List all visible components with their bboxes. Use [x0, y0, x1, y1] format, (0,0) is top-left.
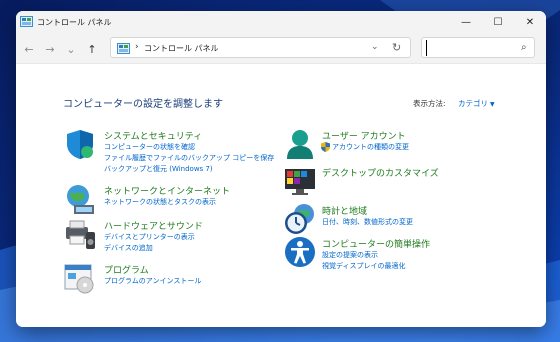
search-box[interactable]: ⌕: [421, 37, 535, 58]
address-bar[interactable]: › コントロール パネル ⌄ ↻: [110, 37, 411, 58]
search-input[interactable]: [426, 40, 516, 56]
category-title[interactable]: ハードウェアとサウンド: [104, 219, 203, 232]
category-link[interactable]: デバイスの追加: [104, 243, 153, 253]
control-panel-icon: [117, 43, 130, 54]
window-title: コントロール パネル: [37, 18, 112, 27]
address-dropdown-icon[interactable]: ⌄: [371, 42, 379, 52]
category-link[interactable]: バックアップと復元 (Windows 7): [104, 164, 213, 174]
category-link[interactable]: ネットワークの状態とタスクの表示: [104, 197, 216, 207]
shield-icon[interactable]: [64, 128, 96, 160]
view-by-dropdown[interactable]: カテゴリ ▼: [458, 98, 495, 109]
category-title[interactable]: 時計と地域: [322, 204, 367, 217]
category-title[interactable]: ネットワークとインターネット: [104, 184, 230, 197]
printer-icon[interactable]: [64, 218, 96, 250]
programs-icon[interactable]: [64, 262, 96, 294]
breadcrumb[interactable]: コントロール パネル: [144, 43, 219, 54]
view-by-label: 表示方法:: [413, 99, 446, 108]
category-link[interactable]: ファイル履歴でファイルのバックアップ コピーを保存: [104, 153, 274, 163]
category-link[interactable]: 視覚ディスプレイの最適化: [322, 261, 406, 271]
close-button[interactable]: ✕: [514, 11, 546, 34]
category-title[interactable]: システムとセキュリティ: [104, 129, 202, 142]
category-link[interactable]: デバイスとプリンターの表示: [104, 232, 195, 242]
category-title[interactable]: コンピューターの簡単操作: [322, 237, 430, 250]
category-link[interactable]: 日付、時刻、数値形式の変更: [322, 217, 413, 227]
category-title[interactable]: デスクトップのカスタマイズ: [322, 166, 439, 179]
title-bar: コントロール パネル — ☐ ✕: [16, 11, 546, 34]
category-link[interactable]: アカウントの種類の変更: [332, 142, 409, 152]
up-button[interactable]: ↑: [85, 42, 99, 56]
breadcrumb-chevron-icon[interactable]: ›: [135, 42, 139, 52]
category-link[interactable]: 設定の提案の表示: [322, 250, 378, 260]
uac-shield-icon: [321, 142, 330, 152]
accessibility-icon[interactable]: [284, 236, 316, 268]
view-by-value[interactable]: カテゴリ: [458, 99, 488, 108]
category-link[interactable]: プログラムのアンインストール: [104, 276, 201, 286]
navigation-bar: ← → ⌄ ↑ › コントロール パネル ⌄ ↻ ⌕: [16, 34, 546, 64]
category-title[interactable]: ユーザー アカウント: [322, 129, 406, 142]
dropdown-arrow-icon[interactable]: ▼: [490, 101, 495, 108]
network-icon[interactable]: [64, 183, 96, 215]
page-title: コンピューターの設定を調整します: [63, 99, 223, 110]
clock-globe-icon[interactable]: [284, 203, 316, 235]
control-panel-icon: [20, 16, 33, 27]
maximize-button[interactable]: ☐: [482, 11, 514, 34]
refresh-button[interactable]: ↻: [392, 41, 401, 54]
desktop-icon[interactable]: [284, 165, 316, 197]
forward-button[interactable]: →: [43, 42, 57, 56]
minimize-button[interactable]: —: [450, 11, 482, 34]
recent-locations-button[interactable]: ⌄: [64, 42, 78, 56]
search-icon[interactable]: ⌕: [521, 42, 527, 53]
control-panel-window: コントロール パネル — ☐ ✕ ← → ⌄ ↑ › コントロール パネル ⌄ …: [16, 11, 546, 327]
main-content: コンピューターの設定を調整します 表示方法: カテゴリ ▼ システムとセキュリティ…: [16, 64, 546, 327]
back-button[interactable]: ←: [22, 42, 36, 56]
category-link[interactable]: コンピューターの状態を確認: [104, 142, 195, 152]
user-icon[interactable]: [284, 128, 316, 160]
category-title[interactable]: プログラム: [104, 263, 149, 276]
